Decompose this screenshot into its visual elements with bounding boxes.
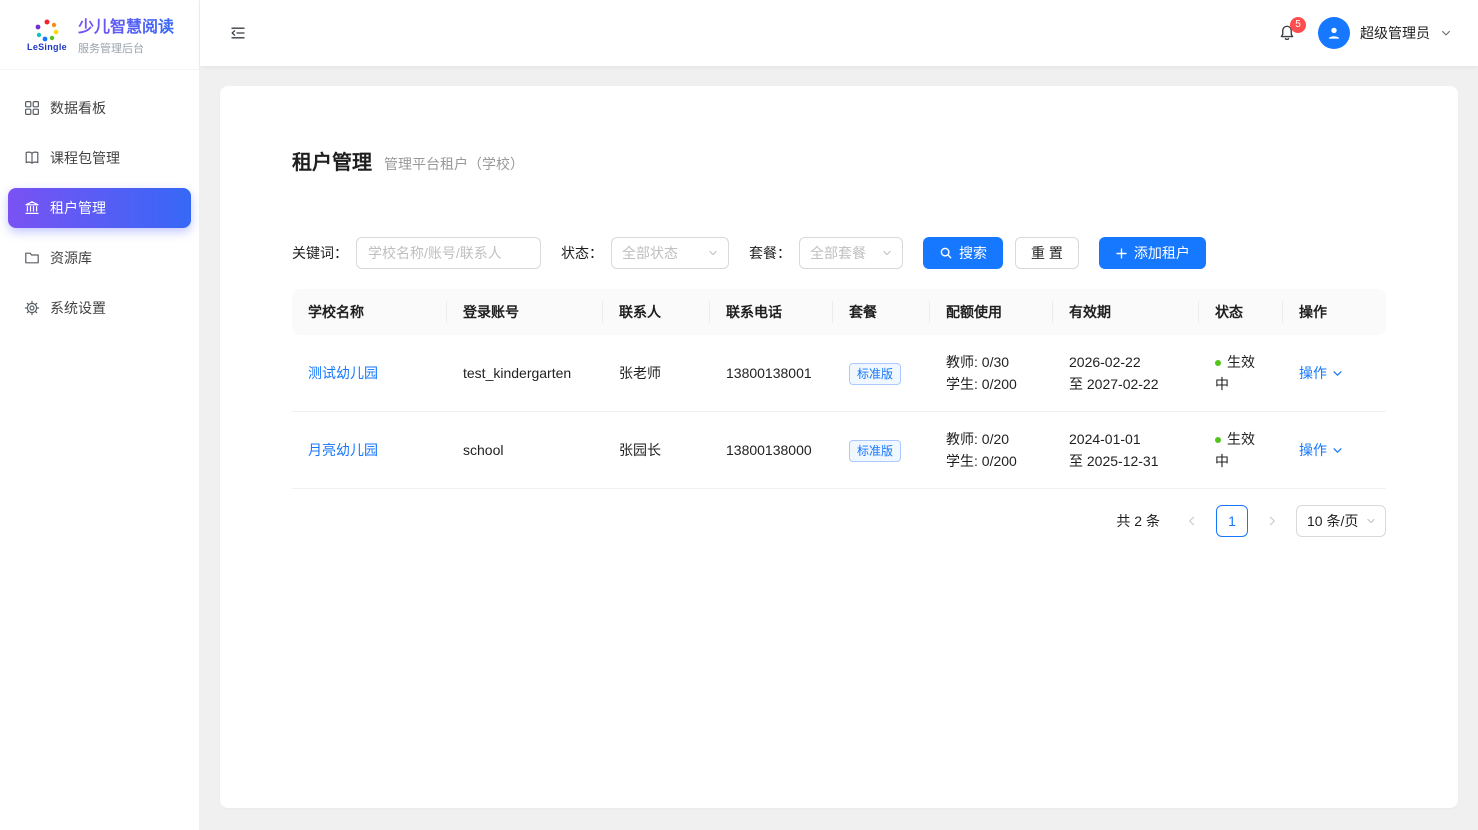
status-select[interactable]: 全部状态: [611, 237, 729, 269]
tenant-table: 学校名称 登录账号 联系人 联系电话 套餐 配额使用 有效期 状态 操作: [292, 289, 1386, 489]
status-dot: [1215, 437, 1221, 443]
pagination-prev-button[interactable]: [1176, 505, 1208, 537]
status-label: 状态：: [561, 243, 603, 263]
chevron-down-icon: [1332, 445, 1343, 456]
username: 超级管理员: [1360, 23, 1430, 43]
validity-cell: 2026-02-22 至 2027-02-22: [1053, 335, 1199, 412]
pagination-total: 共 2 条: [1116, 511, 1160, 531]
search-button[interactable]: 搜索: [923, 237, 1003, 269]
sidebar-item-label: 资源库: [50, 248, 92, 268]
col-package: 套餐: [833, 289, 930, 335]
account-cell: school: [447, 412, 603, 489]
package-label: 套餐：: [749, 243, 791, 263]
school-link[interactable]: 月亮幼儿园: [308, 442, 378, 458]
app-title: 少儿智慧阅读: [78, 13, 174, 37]
pagination: 共 2 条 1 10 条/页: [292, 505, 1386, 537]
app-subtitle: 服务管理后台: [78, 40, 174, 56]
quota-cell: 教师: 0/30 学生: 0/200: [930, 335, 1053, 412]
logo: LeSingle 少儿智慧阅读 服务管理后台: [0, 0, 199, 70]
bank-icon: [24, 200, 40, 216]
account-cell: test_kindergarten: [447, 335, 603, 412]
sidebar-item-courses[interactable]: 课程包管理: [8, 138, 191, 178]
col-validity: 有效期: [1053, 289, 1199, 335]
add-tenant-button[interactable]: 添加租户: [1099, 237, 1206, 269]
actions-cell: 操作: [1283, 335, 1386, 412]
actions-cell: 操作: [1283, 412, 1386, 489]
contact-cell: 张老师: [603, 335, 710, 412]
gear-icon: [24, 300, 40, 316]
validity-cell: 2024-01-01 至 2025-12-31: [1053, 412, 1199, 489]
brand-name: LeSingle: [26, 42, 68, 52]
keyword-label: 关键词：: [292, 243, 348, 263]
topbar: 5 超级管理员: [200, 0, 1478, 66]
quota-cell: 教师: 0/20 学生: 0/200: [930, 412, 1053, 489]
chevron-down-icon: [1366, 516, 1376, 526]
page-subtitle: 管理平台租户（学校）: [384, 154, 524, 174]
col-status: 状态: [1199, 289, 1283, 335]
book-icon: [24, 150, 40, 166]
main-area: 5 超级管理员: [200, 0, 1478, 830]
chevron-down-icon: [708, 248, 718, 258]
sidebar-item-resources[interactable]: 资源库: [8, 238, 191, 278]
package-badge: 标准版: [849, 363, 901, 385]
chevron-down-icon: [882, 248, 892, 258]
col-contact: 联系人: [603, 289, 710, 335]
status-cell: 生效中: [1199, 412, 1283, 489]
pagination-next-button[interactable]: [1256, 505, 1288, 537]
chevron-down-icon: [1332, 368, 1343, 379]
notification-badge: 5: [1290, 17, 1306, 33]
actions-dropdown[interactable]: 操作: [1299, 439, 1343, 461]
sidebar: LeSingle 少儿智慧阅读 服务管理后台 数据看板: [0, 0, 200, 830]
col-phone: 联系电话: [710, 289, 833, 335]
app-root: LeSingle 少儿智慧阅读 服务管理后台 数据看板: [0, 0, 1478, 830]
sidebar-item-label: 租户管理: [50, 198, 106, 218]
actions-dropdown[interactable]: 操作: [1299, 362, 1343, 384]
dashboard-icon: [24, 100, 40, 116]
sidebar-item-dashboard[interactable]: 数据看板: [8, 88, 191, 128]
notification-bell-icon[interactable]: 5: [1272, 20, 1302, 46]
status-cell: 生效中: [1199, 335, 1283, 412]
col-school: 学校名称: [292, 289, 447, 335]
reset-button[interactable]: 重 置: [1015, 237, 1079, 269]
user-menu[interactable]: 超级管理员: [1318, 17, 1452, 49]
sidebar-item-tenants[interactable]: 租户管理: [8, 188, 191, 228]
table-row: 测试幼儿园 test_kindergarten 张老师 13800138001 …: [292, 335, 1386, 412]
status-badge: 生效中: [1215, 431, 1255, 469]
col-account: 登录账号: [447, 289, 603, 335]
page-title: 租户管理: [292, 146, 372, 175]
status-badge: 生效中: [1215, 354, 1255, 392]
plus-icon: [1115, 247, 1128, 260]
phone-cell: 13800138001: [710, 335, 833, 412]
sidebar-collapse-button[interactable]: [226, 21, 250, 45]
tenant-card: 租户管理 管理平台租户（学校） 关键词： 状态： 全部状态: [220, 86, 1458, 808]
search-icon: [939, 246, 953, 260]
sidebar-item-settings[interactable]: 系统设置: [8, 288, 191, 328]
col-quota: 配额使用: [930, 289, 1053, 335]
package-select[interactable]: 全部套餐: [799, 237, 903, 269]
table-row: 月亮幼儿园 school 张园长 13800138000 标准版 教师: 0/2…: [292, 412, 1386, 489]
logo-icon: LeSingle: [26, 18, 68, 52]
page-size-select[interactable]: 10 条/页: [1296, 505, 1386, 537]
filter-bar: 关键词： 状态： 全部状态 套餐：: [292, 237, 1386, 269]
sidebar-menu: 数据看板 课程包管理: [0, 70, 199, 356]
contact-cell: 张园长: [603, 412, 710, 489]
avatar: [1318, 17, 1350, 49]
sidebar-item-label: 数据看板: [50, 98, 106, 118]
sidebar-item-label: 课程包管理: [50, 148, 120, 168]
school-link[interactable]: 测试幼儿园: [308, 365, 378, 381]
pagination-page-1[interactable]: 1: [1216, 505, 1248, 537]
col-actions: 操作: [1283, 289, 1386, 335]
phone-cell: 13800138000: [710, 412, 833, 489]
table-header: 学校名称 登录账号 联系人 联系电话 套餐 配额使用 有效期 状态 操作: [292, 289, 1386, 335]
keyword-input[interactable]: [356, 237, 541, 269]
table-body: 测试幼儿园 test_kindergarten 张老师 13800138001 …: [292, 335, 1386, 489]
status-dot: [1215, 360, 1221, 366]
page-head: 租户管理 管理平台租户（学校）: [292, 146, 1386, 175]
package-badge: 标准版: [849, 440, 901, 462]
content-area: 租户管理 管理平台租户（学校） 关键词： 状态： 全部状态: [200, 66, 1478, 830]
folder-icon: [24, 250, 40, 266]
chevron-down-icon: [1440, 27, 1452, 39]
sidebar-item-label: 系统设置: [50, 298, 106, 318]
